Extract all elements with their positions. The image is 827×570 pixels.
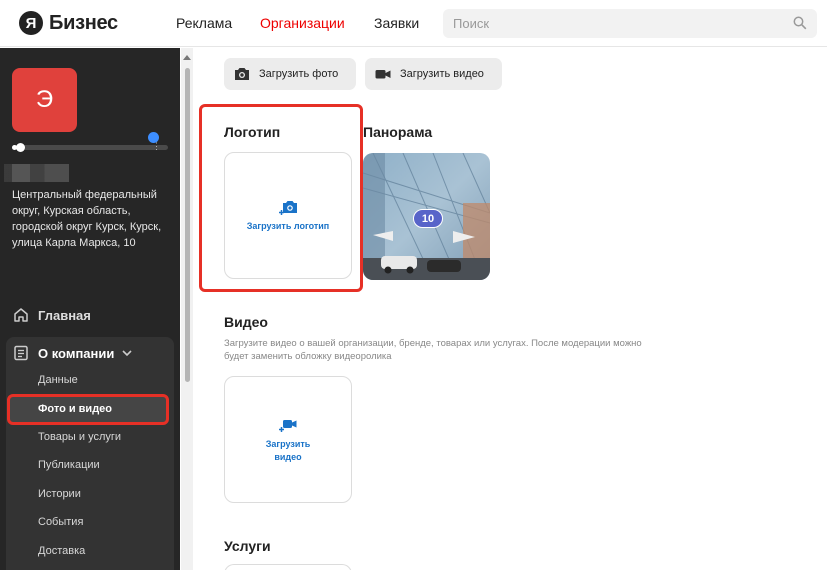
document-icon <box>14 345 28 361</box>
highlight-box-sidebar <box>7 394 169 425</box>
top-header: Я Бизнес Реклама Организации Заявки Поис… <box>0 0 827 47</box>
sidebar-item-products[interactable]: Товары и услуги <box>38 431 121 443</box>
button-label: Загрузить фото <box>259 68 339 80</box>
nav-ads[interactable]: Реклама <box>176 15 232 31</box>
home-icon <box>14 308 28 322</box>
panorama-count-badge: 10 <box>413 209 443 228</box>
logo-text: Бизнес <box>49 11 118 34</box>
upload-video-label-line1: Загрузить <box>265 438 311 449</box>
video-description: Загрузите видео о вашей организации, бре… <box>224 338 642 362</box>
video-camera-icon <box>375 70 391 79</box>
company-address: Центральный федеральный округ, Курская о… <box>12 189 162 249</box>
about-group <box>6 337 174 570</box>
sidebar-item-publications[interactable]: Публикации <box>38 459 100 471</box>
blurred-company-name <box>4 164 69 182</box>
button-label: Загрузить видео <box>400 68 484 80</box>
services-section-title: Услуги <box>224 538 271 554</box>
sidebar-item-main[interactable]: Главная <box>12 306 91 324</box>
sidebar-item-delivery[interactable]: Доставка <box>38 545 85 557</box>
sidebar-item-data[interactable]: Данные <box>38 374 78 386</box>
progress-knob <box>15 143 25 152</box>
sidebar-item-about[interactable]: О компании <box>12 344 142 362</box>
upload-video-label: Загрузить видео <box>266 438 311 464</box>
nav-organizations[interactable]: Организации <box>260 15 345 31</box>
sidebar-item-stories[interactable]: Истории <box>38 488 81 500</box>
video-section-title: Видео <box>224 314 268 330</box>
sidebar: Э ⋮ Центральный федеральный округ, Курск… <box>0 48 180 570</box>
camera-icon <box>235 68 249 80</box>
scroll-up-arrow[interactable] <box>183 55 191 60</box>
profile-progress <box>12 143 168 152</box>
logo[interactable]: Я Бизнес <box>19 11 118 35</box>
company-avatar[interactable]: Э <box>12 68 77 132</box>
panorama-thumbnail[interactable]: 10 <box>363 153 490 280</box>
sidebar-item-label: О компании <box>38 345 115 361</box>
search-input[interactable]: Поиск <box>443 9 817 38</box>
upload-photo-button[interactable]: Загрузить фото <box>224 58 356 90</box>
logo-mark: Я <box>19 11 43 35</box>
more-icon[interactable]: ⋮ <box>152 142 161 151</box>
upload-video-button[interactable]: Загрузить видео <box>365 58 502 90</box>
nav-requests[interactable]: Заявки <box>374 15 419 31</box>
video-add-icon <box>279 419 297 432</box>
search-icon[interactable] <box>793 16 807 30</box>
search-placeholder: Поиск <box>453 16 490 31</box>
upload-video-label-line2: видео <box>274 451 302 462</box>
panorama-section-title: Панорама <box>363 124 433 140</box>
scrollbar-thumb[interactable] <box>185 68 190 382</box>
highlight-box-logo <box>199 104 363 292</box>
upload-video-card[interactable]: Загрузить видео <box>224 376 352 503</box>
services-card[interactable] <box>224 564 352 570</box>
chevron-down-icon <box>122 350 132 357</box>
sidebar-item-events[interactable]: События <box>38 516 83 528</box>
sidebar-item-label: Главная <box>38 307 91 323</box>
